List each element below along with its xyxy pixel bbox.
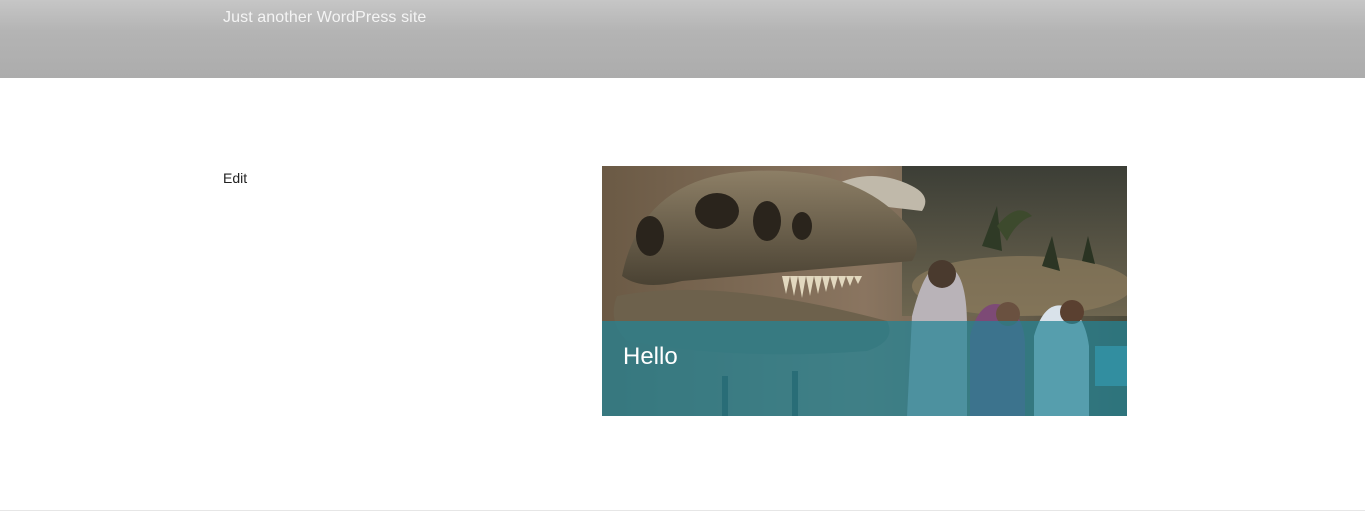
site-description: Just another WordPress site (223, 9, 427, 26)
featured-post-card[interactable]: Hello (602, 166, 1127, 416)
site-header: Just another WordPress site (0, 0, 1365, 78)
footer-divider (0, 510, 1365, 511)
featured-post-title[interactable]: Hello (623, 343, 678, 371)
title-band (602, 321, 1127, 416)
edit-link[interactable]: Edit (223, 170, 247, 186)
